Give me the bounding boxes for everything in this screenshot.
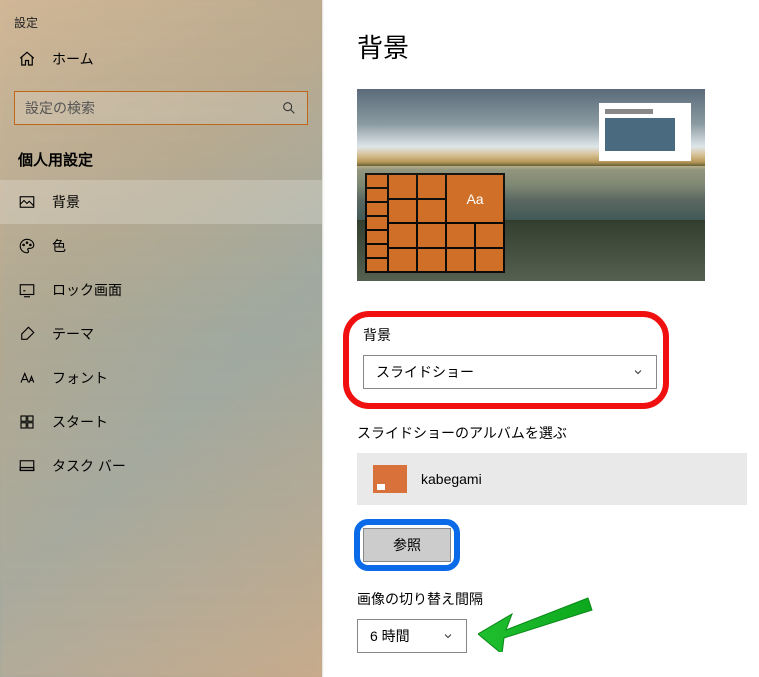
nav-home[interactable]: ホーム — [0, 37, 322, 81]
font-icon — [18, 369, 36, 387]
settings-sidebar: 設定 ホーム 個人用設定 背景 色 ロック画面 — [0, 0, 322, 677]
sidebar-item-colors[interactable]: 色 — [0, 224, 322, 268]
sidebar-item-fonts[interactable]: フォント — [0, 356, 322, 400]
chevron-down-icon — [442, 630, 454, 642]
start-icon — [18, 413, 36, 431]
preview-tile-text: Aa — [447, 175, 503, 222]
interval-dropdown-value: 6 時間 — [370, 626, 410, 646]
album-name: kabegami — [421, 471, 482, 487]
sidebar-item-label: スタート — [52, 412, 108, 432]
album-label: スライドショーのアルバムを選ぶ — [357, 423, 725, 443]
lockscreen-icon — [18, 281, 36, 299]
preview-sample-window — [599, 103, 691, 161]
sidebar-item-label: ロック画面 — [52, 280, 122, 300]
background-dropdown-label: 背景 — [363, 325, 649, 345]
sidebar-section-header: 個人用設定 — [0, 135, 322, 180]
search-box[interactable] — [14, 91, 308, 125]
theme-icon — [18, 325, 36, 343]
sidebar-item-start[interactable]: スタート — [0, 400, 322, 444]
sidebar-item-label: タスク バー — [52, 456, 126, 476]
sidebar-item-label: フォント — [52, 368, 108, 388]
search-input[interactable] — [25, 100, 281, 116]
annotation-red-highlight: 背景 スライドショー — [343, 311, 669, 409]
taskbar-icon — [18, 457, 36, 475]
home-icon — [18, 50, 36, 68]
sidebar-item-themes[interactable]: テーマ — [0, 312, 322, 356]
search-container — [14, 91, 308, 125]
preview-start-menu: Aa — [365, 173, 505, 273]
sidebar-item-lockscreen[interactable]: ロック画面 — [0, 268, 322, 312]
picture-icon — [18, 193, 36, 211]
chevron-down-icon — [632, 366, 644, 378]
page-title: 背景 — [357, 28, 725, 65]
sidebar-item-taskbar[interactable]: タスク バー — [0, 444, 322, 488]
interval-dropdown[interactable]: 6 時間 — [357, 619, 467, 653]
sidebar-item-label: 背景 — [52, 192, 80, 212]
search-icon — [281, 100, 297, 116]
desktop-preview: Aa — [357, 89, 705, 281]
background-dropdown[interactable]: スライドショー — [363, 355, 657, 389]
sidebar-item-background[interactable]: 背景 — [0, 180, 322, 224]
nav-home-label: ホーム — [52, 49, 94, 69]
annotation-blue-highlight: 参照 — [354, 519, 460, 571]
background-dropdown-value: スライドショー — [376, 362, 474, 382]
folder-icon — [373, 465, 407, 493]
slideshow-album-item[interactable]: kabegami — [357, 453, 747, 505]
browse-button[interactable]: 参照 — [363, 528, 451, 562]
main-content: 背景 Aa 背景 スライドショー スライドショーのアルバムを選ぶ — [322, 0, 759, 677]
palette-icon — [18, 237, 36, 255]
sidebar-item-label: テーマ — [52, 324, 94, 344]
sidebar-item-label: 色 — [52, 236, 66, 256]
app-title: 設定 — [0, 8, 322, 37]
interval-label: 画像の切り替え間隔 — [357, 589, 725, 609]
